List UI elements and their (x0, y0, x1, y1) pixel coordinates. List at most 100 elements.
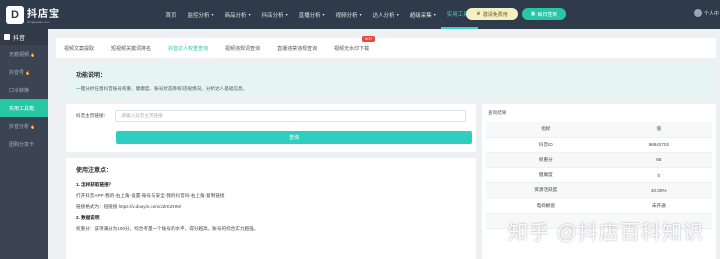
nav-item-label: 商品分析 (224, 12, 247, 19)
description-text: 一键分析任意抖音账号权重、健康度、账号状态降权/违规情况，分析达人基础信息。 (76, 86, 248, 91)
table-row: 权重分 65 (486, 152, 712, 169)
nav-item-label: 直播分析 (298, 12, 321, 19)
chevron-down-icon: ▾ (285, 12, 288, 17)
chevron-down-icon: ▾ (322, 12, 325, 17)
sidebar-item[interactable]: 口令转换 (0, 81, 48, 99)
chevron-down-icon: ▾ (359, 12, 362, 17)
description-title: 功能说明： (76, 73, 107, 79)
sidebar: 抖音 无痕视频 🔥 抖音号 🔥 口令转换 实用工具箱 抖音分析 🔥 团购分享卡 (0, 29, 48, 259)
tab[interactable]: 视频无水印下载 HOT (334, 35, 376, 52)
nav-item[interactable]: 直播分析 ▾ (293, 0, 330, 29)
metric-name: 电商橱窗 (486, 197, 606, 214)
metric-value: 0 (605, 167, 712, 184)
user-menu[interactable]: 个人中 (694, 9, 719, 17)
nav-item[interactable]: 超级采集 ▾ (404, 0, 441, 29)
main-nav: 首页 监控分析 ▾ 商品分析 ▾ 抖店分析 ▾ 直播分析 ▾ 视频分析 ▾ 达人分析 ▾ 超级采集 ▾ 实用工… (160, 0, 479, 29)
tab-label: 视频文案提取 (64, 45, 95, 52)
nav-item-label: 视频分析 (335, 12, 358, 19)
function-description: 功能说明： 一键分析任意抖音账号权重、健康度、账号状态降权/违规情况，分析达人基… (66, 64, 716, 98)
metric-name: 权重分 (486, 152, 606, 169)
metric-name: 健康度 (486, 167, 606, 184)
hot-badge: HOT (361, 35, 376, 42)
chevron-down-icon: ▾ (211, 12, 214, 17)
avatar (694, 9, 702, 17)
nav-item-label: 达人分析 (372, 12, 395, 19)
invite-label: 邀请免费用 (482, 11, 508, 18)
url-label: 抖音主页链接： (76, 113, 109, 118)
metric-value: 88842702 (605, 137, 712, 153)
metric-name: 抖音ID (486, 137, 606, 153)
usage-line: 1. 怎样获取链接？ (76, 182, 114, 187)
url-placeholder: 请输入抖音主页链接 (121, 113, 163, 118)
nav-item-label: 监控分析 (187, 12, 210, 19)
crown-icon: ♛ (476, 11, 481, 17)
tab-label: 视频违规词查询 (225, 45, 261, 52)
brand-sub: Dongkedian.com (27, 20, 50, 24)
url-input[interactable]: 请输入抖音主页链接 (115, 110, 466, 122)
sidebar-item[interactable]: 团购分享卡 (0, 135, 48, 153)
usage-line: 打开抖音APP-我的-右上角-设置-账号与安全-我的抖音码-右上角-复制链接 (76, 193, 225, 198)
sidebar-item-label: 口令转换 (9, 87, 30, 94)
top-navbar: D 抖店宝 Dongkedian.com 首页 监控分析 ▾ 商品分析 ▾ 抖店分析 ▾ 直播… (0, 0, 720, 29)
table-row: 抖音ID 88842702 (486, 137, 712, 153)
sidebar-item[interactable]: 抖音号 🔥 (0, 63, 48, 81)
nav-item[interactable]: 监控分析 ▾ (182, 0, 219, 29)
calendar-icon: ▣ (530, 11, 536, 17)
query-button[interactable]: 查询 (116, 131, 472, 144)
sign-in-label: 每日签到 (537, 11, 558, 18)
col-header-value: 值 (605, 122, 712, 138)
watermark: 知乎 @抖店百科知识 (508, 222, 704, 244)
table-row: 资源活跃度 40.00% (486, 182, 712, 199)
sidebar-item[interactable]: 无痕视频 🔥 (0, 45, 48, 63)
nav-item-label: 抖店分析 (261, 12, 284, 19)
tab[interactable]: 视频违规词查询 (225, 45, 260, 52)
metric-value: 未开通 (605, 197, 712, 214)
col-header-metric: 指标 (486, 122, 606, 138)
brand-logo[interactable]: D 抖店宝 Dongkedian.com (0, 0, 70, 29)
sign-in-button[interactable]: ▣ 每日签到 (522, 8, 566, 20)
table-row: 健康度 0 (486, 167, 712, 184)
query-form: 抖音主页链接： 请输入抖音主页链接 查询 (66, 104, 476, 152)
tab-label: 直播违禁违规查询 (277, 45, 318, 52)
chevron-down-icon: ▾ (396, 12, 399, 17)
tab-label: 视频无水印下载 (334, 45, 370, 52)
brand-name: 抖店宝 (27, 9, 60, 20)
sidebar-item-label: 团购分享卡 (9, 141, 35, 148)
fire-icon: 🔥 (30, 123, 35, 129)
sidebar-title-label: 抖音 (13, 35, 26, 42)
usage-title: 使用注意点： (76, 168, 113, 174)
nav-item-label: 首页 (165, 12, 177, 19)
nav-item[interactable]: 抖店分析 ▾ (256, 0, 293, 29)
metric-value: 40.00% (605, 182, 712, 199)
sidebar-item[interactable]: 实用工具箱 (0, 99, 48, 117)
usage-notes: 使用注意点： 1. 怎样获取链接？ 打开抖音APP-我的-右上角-设置-账号与安全… (66, 158, 476, 259)
sidebar-item[interactable]: 抖音分析 🔥 (0, 117, 48, 135)
usage-line: 权重分：该项满分为100分，综合考量一个账号的水平，得分越高，账号的综合实力越强… (76, 226, 259, 231)
result-title: 查询结果 (488, 110, 507, 115)
table-row: 电商橱窗 未开通 (486, 197, 712, 214)
nav-item[interactable]: 达人分析 ▾ (367, 0, 404, 29)
metric-name: 资源活跃度 (486, 182, 606, 199)
nav-item[interactable]: 视频分析 ▾ (330, 0, 367, 29)
sidebar-item-label: 抖音号 (9, 69, 25, 76)
tab[interactable]: 视频文案提取 (64, 45, 94, 52)
sidebar-item-label: 无痕视频 (9, 51, 30, 58)
result-table: 指标 值 抖音ID 88842702 权重分 65 健康度 0 资源活跃度 40.00% 电商橱… (486, 122, 712, 229)
sidebar-item-label: 实用工具箱 (9, 105, 35, 112)
tool-tabs: 视频文案提取 短视频关键词排名 抖音达人权重查询 视频违规词查询 直播违禁违规查询 视频无… (56, 35, 716, 58)
tab[interactable]: 抖音达人权重查询 (168, 45, 208, 52)
invite-button[interactable]: ♛ 邀请免费用 (466, 8, 518, 20)
tab[interactable]: 短视频关键词排名 (111, 45, 151, 52)
tab-label: 短视频关键词排名 (111, 45, 152, 52)
tab[interactable]: 直播违禁违规查询 (277, 45, 317, 52)
logo-d-icon: D (6, 5, 24, 24)
tab-label: 抖音达人权重查询 (168, 45, 209, 52)
nav-item-label: 超级采集 (409, 12, 432, 19)
fire-icon: 🔥 (25, 69, 30, 75)
nav-item[interactable]: 商品分析 ▾ (219, 0, 256, 29)
usage-line: 2. 数据说明 (76, 215, 100, 220)
usage-line: 链接格式为：短链接 https://v.douyin.com/J2rKZHM/ (76, 204, 182, 209)
nav-item[interactable]: 首页 (160, 0, 182, 29)
sidebar-item-label: 抖音分析 (9, 123, 30, 130)
douyin-icon (4, 34, 10, 40)
